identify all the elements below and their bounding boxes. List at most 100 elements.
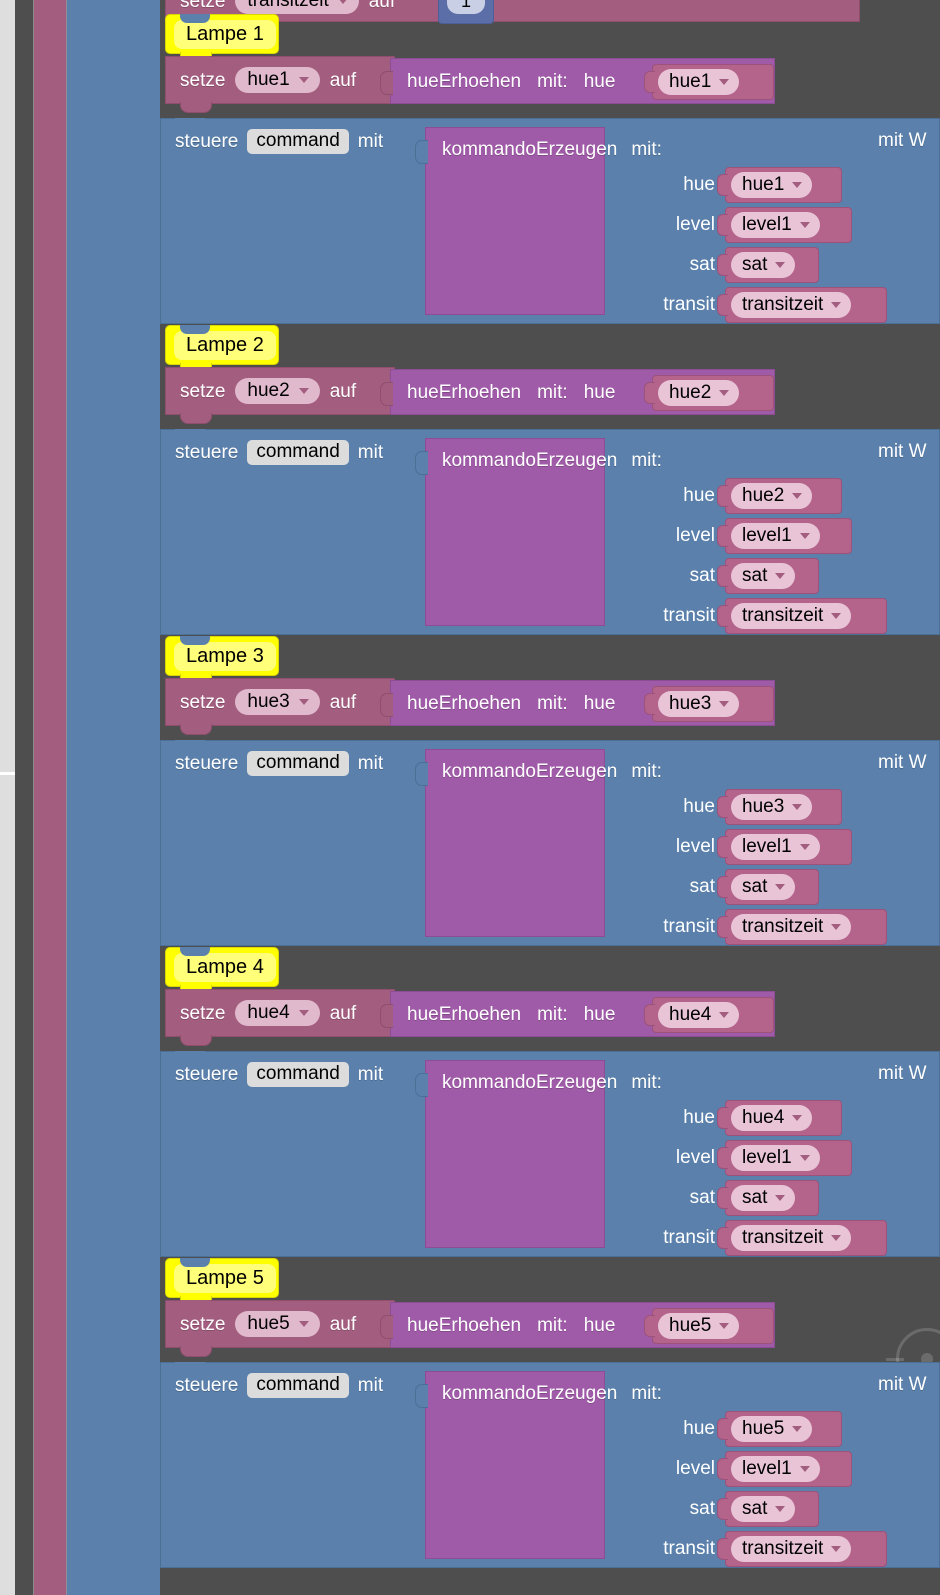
chevron-down-icon[interactable] <box>792 1425 803 1432</box>
variable-field-hue4[interactable]: hue4 <box>235 1000 320 1026</box>
variable-field[interactable]: transitzeit <box>731 603 852 629</box>
variable-get-hue4[interactable]: hue4 <box>644 997 774 1033</box>
variable-get-level1-level[interactable]: level1 <box>717 207 852 243</box>
variable-get-hue1[interactable]: hue1 <box>644 64 774 100</box>
variable-get-hue4-hue[interactable]: hue4 <box>717 1100 842 1136</box>
variable-get-level1-level[interactable]: level1 <box>717 829 852 865</box>
variable-field[interactable]: hue5 <box>731 1416 813 1442</box>
chevron-down-icon[interactable] <box>831 612 842 619</box>
variable-get-hue5-hue[interactable]: hue5 <box>717 1411 842 1447</box>
variable-field[interactable]: level1 <box>731 1145 820 1171</box>
variable-get-sat-sat[interactable]: sat <box>717 869 819 905</box>
setze-block-3[interactable]: setze hue3 auf <box>165 678 395 735</box>
variable-get-transitzeit-transit[interactable]: transitzeit <box>717 1220 887 1256</box>
variable-field[interactable]: sat <box>731 874 796 900</box>
variable-get-level1-level[interactable]: level1 <box>717 1451 852 1487</box>
chevron-down-icon[interactable] <box>719 700 730 707</box>
kommandoErzeugen-block-5[interactable]: kommandoErzeugen mit: <box>415 1371 662 1559</box>
command-field[interactable]: command <box>247 1372 349 1398</box>
variable-get-level1-level[interactable]: level1 <box>717 1140 852 1176</box>
command-field[interactable]: command <box>247 439 349 465</box>
setze-block-5[interactable]: setze hue5 auf <box>165 1300 395 1357</box>
chevron-down-icon[interactable] <box>719 78 730 85</box>
variable-field[interactable]: sat <box>731 1496 796 1522</box>
variable-get-level1-level[interactable]: level1 <box>717 518 852 554</box>
variable-field[interactable]: hue4 <box>731 1105 813 1131</box>
command-field[interactable]: command <box>247 750 349 776</box>
setze-block-4[interactable]: setze hue4 auf <box>165 989 395 1046</box>
chevron-down-icon[interactable] <box>775 261 786 268</box>
variable-field[interactable]: level1 <box>731 212 820 238</box>
chevron-down-icon[interactable] <box>792 181 803 188</box>
chevron-down-icon[interactable] <box>298 698 309 705</box>
comment-block-3[interactable]: Lampe 3 <box>165 636 279 684</box>
variable-get-hue3-hue[interactable]: hue3 <box>717 789 842 825</box>
chevron-down-icon[interactable] <box>298 387 309 394</box>
variable-field[interactable]: sat <box>731 1185 796 1211</box>
variable-get-transitzeit-transit[interactable]: transitzeit <box>717 909 887 945</box>
chevron-down-icon[interactable] <box>792 803 803 810</box>
command-field[interactable]: command <box>247 128 349 154</box>
variable-get-transitzeit-transit[interactable]: transitzeit <box>717 598 887 634</box>
variable-field[interactable]: hue3 <box>731 794 813 820</box>
chevron-down-icon[interactable] <box>831 1545 842 1552</box>
variable-get-sat-sat[interactable]: sat <box>717 247 819 283</box>
variable-field-hue2[interactable]: hue2 <box>235 378 320 404</box>
variable-field-hue5[interactable]: hue5 <box>235 1311 320 1337</box>
variable-field[interactable]: level1 <box>731 1456 820 1482</box>
chevron-down-icon[interactable] <box>799 221 810 228</box>
chevron-down-icon[interactable] <box>831 923 842 930</box>
command-field[interactable]: command <box>247 1061 349 1087</box>
chevron-down-icon[interactable] <box>831 301 842 308</box>
chevron-down-icon[interactable] <box>775 1194 786 1201</box>
chevron-down-icon[interactable] <box>799 532 810 539</box>
chevron-down-icon[interactable] <box>719 389 730 396</box>
variable-field[interactable]: sat <box>731 563 796 589</box>
comment-block-2[interactable]: Lampe 2 <box>165 325 279 373</box>
comment-block-1[interactable]: Lampe 1 <box>165 14 279 62</box>
kommandoErzeugen-block-2[interactable]: kommandoErzeugen mit: <box>415 438 662 626</box>
variable-get-transitzeit-transit[interactable]: transitzeit <box>717 287 887 323</box>
number-field[interactable]: 1 <box>446 0 485 14</box>
variable-field[interactable]: hue5 <box>658 1313 740 1339</box>
chevron-down-icon[interactable] <box>831 1234 842 1241</box>
variable-get-sat-sat[interactable]: sat <box>717 1491 819 1527</box>
kommandoErzeugen-block-3[interactable]: kommandoErzeugen mit: <box>415 749 662 937</box>
blockly-workspace[interactable]: setze transitzeit auf 1 Lampe 1 setze hue1… <box>160 0 940 1595</box>
chevron-down-icon[interactable] <box>792 1114 803 1121</box>
kommandoErzeugen-block-1[interactable]: kommandoErzeugen mit: <box>415 127 662 315</box>
variable-field[interactable]: level1 <box>731 523 820 549</box>
chevron-down-icon[interactable] <box>799 843 810 850</box>
chevron-down-icon[interactable] <box>298 1009 309 1016</box>
number-block-1[interactable]: 1 <box>438 0 494 24</box>
chevron-down-icon[interactable] <box>298 76 309 83</box>
variable-field-hue1[interactable]: hue1 <box>235 67 320 93</box>
chevron-down-icon[interactable] <box>799 1465 810 1472</box>
variable-field[interactable]: level1 <box>731 834 820 860</box>
variable-get-sat-sat[interactable]: sat <box>717 558 819 594</box>
variable-field[interactable]: hue2 <box>731 483 813 509</box>
variable-field[interactable]: hue1 <box>658 69 740 95</box>
variable-field[interactable]: hue1 <box>731 172 813 198</box>
variable-get-sat-sat[interactable]: sat <box>717 1180 819 1216</box>
setze-block-2[interactable]: setze hue2 auf <box>165 367 395 424</box>
variable-field[interactable]: hue4 <box>658 1002 740 1028</box>
variable-get-hue1-hue[interactable]: hue1 <box>717 167 842 203</box>
variable-get-hue2-hue[interactable]: hue2 <box>717 478 842 514</box>
variable-get-hue3[interactable]: hue3 <box>644 686 774 722</box>
chevron-down-icon[interactable] <box>775 1505 786 1512</box>
variable-field[interactable]: hue3 <box>658 691 740 717</box>
variable-field-transitzeit[interactable]: transitzeit <box>235 0 359 14</box>
variable-field[interactable]: sat <box>731 252 796 278</box>
variable-field[interactable]: transitzeit <box>731 1536 852 1562</box>
chevron-down-icon[interactable] <box>298 1320 309 1327</box>
variable-field[interactable]: hue2 <box>658 380 740 406</box>
chevron-down-icon[interactable] <box>792 492 803 499</box>
variable-field[interactable]: transitzeit <box>731 292 852 318</box>
variable-field-hue3[interactable]: hue3 <box>235 689 320 715</box>
variable-get-hue5[interactable]: hue5 <box>644 1308 774 1344</box>
chevron-down-icon[interactable] <box>337 0 348 4</box>
chevron-down-icon[interactable] <box>775 883 786 890</box>
chevron-down-icon[interactable] <box>775 572 786 579</box>
chevron-down-icon[interactable] <box>719 1322 730 1329</box>
